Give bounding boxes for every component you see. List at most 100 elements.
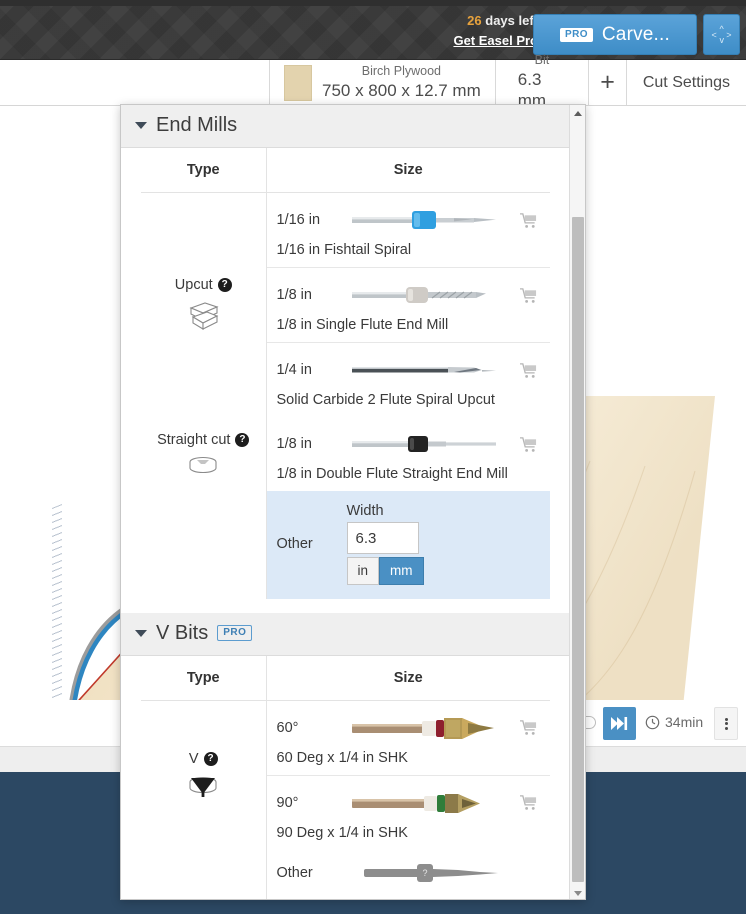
vbit-green-collar-image xyxy=(337,790,517,816)
endmill-blue-collar-image xyxy=(337,209,517,231)
size-cell-straight-cut: 1/8 in 1/8 in Double Flute Straight End … xyxy=(266,417,550,491)
other-label: Other xyxy=(276,864,313,881)
material-toolbar: Birch Plywood 750 x 800 x 12.7 mm Bit 6.… xyxy=(0,53,746,110)
unit-toggle-group: in mm xyxy=(346,557,424,585)
scrollbar-thumb[interactable] xyxy=(572,217,584,882)
table-header-row: Type Size xyxy=(141,148,550,193)
safety-warning: ! Power off your machine before changing… xyxy=(121,900,570,901)
table-row: Other Width in mm xyxy=(141,491,550,599)
bit-size-label: 1/8 in xyxy=(276,287,312,303)
section-header-v-bits[interactable]: V Bits PRO xyxy=(121,612,570,656)
fast-forward-button[interactable] xyxy=(603,707,636,740)
shopping-cart-icon[interactable] xyxy=(516,212,540,229)
trial-days-text: days left xyxy=(481,13,538,28)
fast-forward-icon xyxy=(611,717,628,730)
carve-time-estimate: 34min xyxy=(645,714,703,730)
other-label: Other xyxy=(276,535,313,552)
top-navigation-bar: 26 days left Get Easel Pro PRO Carve... … xyxy=(0,0,746,60)
size-cell-other-vbit: Other ? xyxy=(266,850,550,900)
bit-selector[interactable]: Bit 6.3 mm xyxy=(496,53,590,110)
clock-icon xyxy=(645,715,660,729)
type-label-straight-cut: Straight cut xyxy=(157,432,231,448)
material-name: Birch Plywood xyxy=(361,64,441,79)
bit-size-label: 1/8 in xyxy=(276,436,312,452)
table-row: Other ? xyxy=(141,849,550,900)
size-cell-other-endmill: Other Width in mm xyxy=(266,491,550,599)
question-mark-icon[interactable]: ? xyxy=(217,278,232,292)
bit-description: 90 Deg x 1/4 in SHK xyxy=(276,824,408,841)
material-selector[interactable]: Birch Plywood 750 x 800 x 12.7 mm xyxy=(269,60,496,105)
trial-status: 26 days left Get Easel Pro xyxy=(413,12,538,51)
pro-badge-icon: PRO xyxy=(560,27,593,42)
bit-size-label: 90° xyxy=(276,794,299,811)
section-title-end-mills: End Mills xyxy=(156,114,238,136)
bit-label: Bit xyxy=(534,53,550,68)
bit-description: 1/8 in Double Flute Straight End Mill xyxy=(276,466,508,482)
bit-option-row[interactable]: 90° 90 Deg x 1/4 in SHK xyxy=(267,776,551,850)
bit-option-row[interactable]: 60° 60 Deg x 1/4 in SHK xyxy=(266,701,550,776)
column-header-size: Size xyxy=(266,655,550,701)
end-mills-table: Type Size Upcut ? 1/16 in 1/16 in Fishta… xyxy=(141,148,550,599)
table-row: V ? 60° 60 Deg x 1/4 in SHK 90° 90 Deg x… xyxy=(141,700,550,850)
scroll-up-icon[interactable] xyxy=(570,105,585,121)
shopping-cart-icon[interactable] xyxy=(516,794,540,811)
column-header-type: Type xyxy=(141,655,267,701)
get-easel-pro-link[interactable]: Get Easel Pro xyxy=(453,32,538,50)
table-row: Straight cut ? 1/8 in 1/8 in Double Flut… xyxy=(141,417,550,491)
type-cell-other-vbit xyxy=(141,849,267,899)
chevron-down-icon[interactable] xyxy=(135,629,147,637)
straight-cut-icon xyxy=(141,454,266,476)
bit-option-row[interactable]: 1/8 in xyxy=(267,417,551,491)
cut-settings-button[interactable]: Cut Settings xyxy=(627,60,746,105)
table-row: Upcut ? 1/16 in 1/16 in Fishtail Spiral … xyxy=(141,192,550,418)
endmill-plain-image xyxy=(337,362,517,378)
section-title-v-bits: V Bits xyxy=(156,621,209,644)
v-bit-icon xyxy=(141,773,266,799)
shopping-cart-icon[interactable] xyxy=(516,287,540,304)
type-cell-upcut: Upcut ? xyxy=(141,192,267,417)
chevron-down-icon[interactable] xyxy=(135,122,147,129)
section-header-end-mills[interactable]: End Mills xyxy=(121,105,570,148)
v-bits-table: Type Size V ? 60° 60 Deg x 1/4 in SHK 90… xyxy=(141,655,550,900)
shopping-cart-icon[interactable] xyxy=(516,362,540,379)
question-mark-icon[interactable]: ? xyxy=(235,433,250,447)
bit-size-label: 60° xyxy=(276,719,299,736)
other-vbit-row[interactable]: Other ? xyxy=(267,850,551,900)
size-cell-v: 60° 60 Deg x 1/4 in SHK 90° 90 Deg x 1/4… xyxy=(266,700,550,850)
material-dimensions: 750 x 800 x 12.7 mm xyxy=(322,80,481,100)
material-swatch xyxy=(284,64,312,101)
bit-width-input[interactable] xyxy=(346,522,419,554)
shopping-cart-icon[interactable] xyxy=(516,436,540,453)
size-cell-upcut: 1/16 in 1/16 in Fishtail Spiral 1/8 in 1… xyxy=(266,193,550,418)
width-label: Width xyxy=(346,503,384,519)
bit-description: 1/16 in Fishtail Spiral xyxy=(276,242,412,258)
modal-scrollbar[interactable] xyxy=(569,105,585,899)
type-cell-v: V ? xyxy=(141,700,267,850)
column-header-type: Type xyxy=(141,148,267,193)
shopping-cart-icon[interactable] xyxy=(516,719,540,736)
pro-badge-icon: PRO xyxy=(217,625,253,641)
carve-button[interactable]: PRO Carve... xyxy=(533,14,697,55)
question-mark-icon[interactable]: ? xyxy=(203,752,218,766)
fullscreen-button[interactable]: ^ < > v xyxy=(703,14,740,55)
bit-option-row[interactable]: 1/8 in xyxy=(266,268,550,343)
bit-option-row[interactable]: 1/16 in 1/16 in Fishtail Spiral xyxy=(266,193,550,268)
scroll-down-icon[interactable] xyxy=(570,885,585,899)
bit-size-label: 1/16 in xyxy=(276,212,321,228)
vbit-red-collar-image xyxy=(337,715,517,741)
more-options-icon xyxy=(724,716,728,731)
add-bit-button[interactable]: + xyxy=(589,60,627,105)
more-options-button[interactable] xyxy=(714,707,738,740)
bit-size-label: 1/4 in xyxy=(276,362,312,378)
trial-days-count: 26 xyxy=(467,13,482,28)
bit-option-row[interactable]: 1/4 in Solid Carbide 2 Flute Spiral Upcu… xyxy=(267,343,551,417)
table-header-row: Type Size xyxy=(141,655,550,701)
type-label-v: V xyxy=(188,751,199,767)
unit-button-in[interactable]: in xyxy=(346,557,380,585)
svg-text:?: ? xyxy=(423,868,428,878)
topbar-accent-strip xyxy=(0,0,746,6)
other-bit-row-selected[interactable]: Other Width in mm xyxy=(266,491,550,599)
upcut-spiral-icon xyxy=(141,299,266,333)
type-cell-straight-cut: Straight cut ? xyxy=(141,417,267,491)
unit-button-mm[interactable]: mm xyxy=(379,557,424,585)
